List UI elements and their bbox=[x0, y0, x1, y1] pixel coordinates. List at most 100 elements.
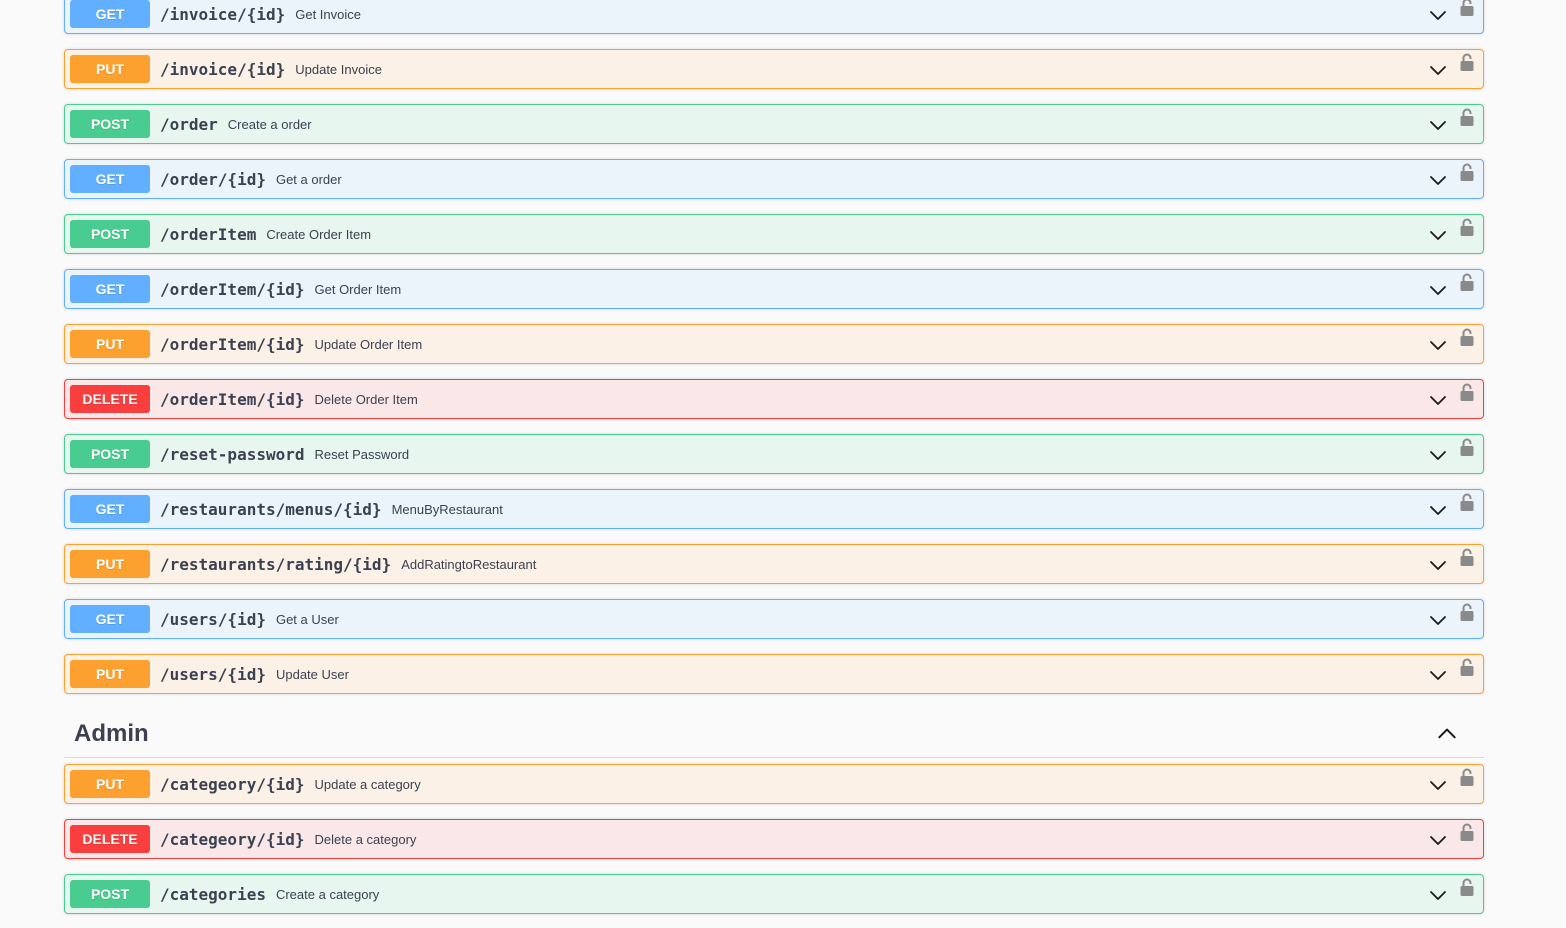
operation-row[interactable]: GET/invoice/{id} Get Invoice bbox=[64, 0, 1484, 34]
chevron-down-icon[interactable] bbox=[1428, 555, 1448, 575]
operation-summary: Create a order bbox=[227, 116, 312, 132]
lock-icon[interactable] bbox=[1459, 492, 1475, 514]
operation-path: /orderItem/{id} bbox=[160, 334, 305, 354]
operation-path: /restaurants/rating/{id} bbox=[160, 554, 392, 574]
operation-row[interactable]: POST/orderItem Create Order Item bbox=[64, 214, 1484, 254]
operation-row[interactable]: PUT/restaurants/rating/{id} AddRatingtoRe… bbox=[64, 544, 1484, 584]
chevron-down-icon[interactable] bbox=[1428, 335, 1448, 355]
operation-summary: AddRatingtoRestaurant bbox=[401, 556, 537, 572]
chevron-down-icon[interactable] bbox=[1428, 445, 1448, 465]
operation-row[interactable]: PUT/orderItem/{id} Update Order Item bbox=[64, 324, 1484, 364]
tag-header-admin[interactable]: Admin bbox=[64, 710, 1484, 758]
lock-icon[interactable] bbox=[1459, 0, 1475, 19]
lock-icon[interactable] bbox=[1459, 822, 1475, 844]
operation-row[interactable]: DELETE/categeory/{id} Delete a category bbox=[64, 819, 1484, 859]
method-badge: PUT bbox=[70, 330, 150, 358]
operation-row[interactable]: POST/order Create a order bbox=[64, 104, 1484, 144]
lock-icon[interactable] bbox=[1459, 602, 1475, 624]
method-badge: DELETE bbox=[70, 385, 150, 413]
chevron-down-icon[interactable] bbox=[1428, 225, 1448, 245]
lock-icon[interactable] bbox=[1459, 657, 1475, 679]
chevron-down-icon[interactable] bbox=[1428, 170, 1448, 190]
chevron-down-icon[interactable] bbox=[1428, 610, 1448, 630]
lock-icon[interactable] bbox=[1459, 52, 1475, 74]
operation-summary: Get Order Item bbox=[314, 281, 402, 297]
operations-list: GET/invoice/{id} Get Invoice PUT/invoice/{… bbox=[64, 0, 1484, 709]
method-badge: GET bbox=[70, 275, 150, 303]
operation-row[interactable]: DELETE/orderItem/{id} Delete Order Item bbox=[64, 379, 1484, 419]
operation-row[interactable]: PUT/categeory/{id} Update a category bbox=[64, 764, 1484, 804]
operation-summary: Update a category bbox=[314, 776, 421, 792]
operation-row[interactable]: GET/order/{id} Get a order bbox=[64, 159, 1484, 199]
operation-path: /users/{id} bbox=[160, 609, 266, 629]
operation-row[interactable]: GET/users/{id} Get a User bbox=[64, 599, 1484, 639]
chevron-up-icon[interactable] bbox=[1436, 723, 1458, 745]
method-badge: GET bbox=[70, 165, 150, 193]
method-badge: POST bbox=[70, 880, 150, 908]
operation-path: /orderItem/{id} bbox=[160, 389, 305, 409]
method-badge: GET bbox=[70, 495, 150, 523]
chevron-down-icon[interactable] bbox=[1428, 665, 1448, 685]
lock-icon[interactable] bbox=[1459, 767, 1475, 789]
operation-path: /categeory/{id} bbox=[160, 774, 305, 794]
operation-summary: Create Order Item bbox=[266, 226, 372, 242]
chevron-down-icon[interactable] bbox=[1428, 830, 1448, 850]
method-badge: PUT bbox=[70, 770, 150, 798]
operation-path: /invoice/{id} bbox=[160, 4, 286, 24]
operation-summary: Get a User bbox=[275, 611, 339, 627]
method-badge: POST bbox=[70, 440, 150, 468]
method-badge: PUT bbox=[70, 55, 150, 83]
method-badge: GET bbox=[70, 605, 150, 633]
operation-summary: Get a order bbox=[275, 171, 342, 187]
chevron-down-icon[interactable] bbox=[1428, 115, 1448, 135]
lock-icon[interactable] bbox=[1459, 217, 1475, 239]
method-badge: GET bbox=[70, 0, 150, 28]
chevron-down-icon[interactable] bbox=[1428, 5, 1448, 25]
operation-path: /order/{id} bbox=[160, 169, 266, 189]
operation-summary: Reset Password bbox=[314, 446, 410, 462]
operation-path: /orderItem/{id} bbox=[160, 279, 305, 299]
chevron-down-icon[interactable] bbox=[1428, 885, 1448, 905]
lock-icon[interactable] bbox=[1459, 547, 1475, 569]
chevron-down-icon[interactable] bbox=[1428, 280, 1448, 300]
method-badge: PUT bbox=[70, 550, 150, 578]
operation-path: /categeory/{id} bbox=[160, 829, 305, 849]
tag-title: Admin bbox=[74, 719, 149, 747]
lock-icon[interactable] bbox=[1459, 877, 1475, 899]
operation-path: /restaurants/menus/{id} bbox=[160, 499, 382, 519]
operation-summary: Update User bbox=[275, 666, 349, 682]
lock-icon[interactable] bbox=[1459, 327, 1475, 349]
operation-summary: MenuByRestaurant bbox=[391, 501, 503, 517]
chevron-down-icon[interactable] bbox=[1428, 500, 1448, 520]
chevron-down-icon[interactable] bbox=[1428, 775, 1448, 795]
operation-row[interactable]: POST/categories Create a category bbox=[64, 874, 1484, 914]
lock-icon[interactable] bbox=[1459, 107, 1475, 129]
method-badge: POST bbox=[70, 110, 150, 138]
operation-path: /users/{id} bbox=[160, 664, 266, 684]
chevron-down-icon[interactable] bbox=[1428, 60, 1448, 80]
method-badge: DELETE bbox=[70, 825, 150, 853]
operation-path: /orderItem bbox=[160, 224, 257, 244]
operation-path: /reset-password bbox=[160, 444, 305, 464]
operation-summary: Delete Order Item bbox=[314, 391, 418, 407]
operation-row[interactable]: PUT/invoice/{id} Update Invoice bbox=[64, 49, 1484, 89]
lock-icon[interactable] bbox=[1459, 437, 1475, 459]
operation-row[interactable]: POST/reset-password Reset Password bbox=[64, 434, 1484, 474]
chevron-down-icon[interactable] bbox=[1428, 390, 1448, 410]
operation-path: /categories bbox=[160, 884, 266, 904]
operation-row[interactable]: PUT/users/{id} Update User bbox=[64, 654, 1484, 694]
lock-icon[interactable] bbox=[1459, 382, 1475, 404]
operation-row[interactable]: GET/orderItem/{id} Get Order Item bbox=[64, 269, 1484, 309]
operation-summary: Create a category bbox=[275, 886, 380, 902]
admin-operations-list: PUT/categeory/{id} Update a category DELET… bbox=[64, 764, 1484, 928]
method-badge: POST bbox=[70, 220, 150, 248]
lock-icon[interactable] bbox=[1459, 162, 1475, 184]
lock-icon[interactable] bbox=[1459, 272, 1475, 294]
operation-row[interactable]: GET/restaurants/menus/{id} MenuByRestaura… bbox=[64, 489, 1484, 529]
operation-summary: Update Invoice bbox=[295, 61, 382, 77]
operation-path: /invoice/{id} bbox=[160, 59, 286, 79]
operation-path: /order bbox=[160, 114, 218, 134]
operation-summary: Update Order Item bbox=[314, 336, 423, 352]
operation-summary: Delete a category bbox=[314, 831, 417, 847]
swagger-ui-page: GET/invoice/{id} Get Invoice PUT/invoice/{… bbox=[0, 0, 1566, 928]
